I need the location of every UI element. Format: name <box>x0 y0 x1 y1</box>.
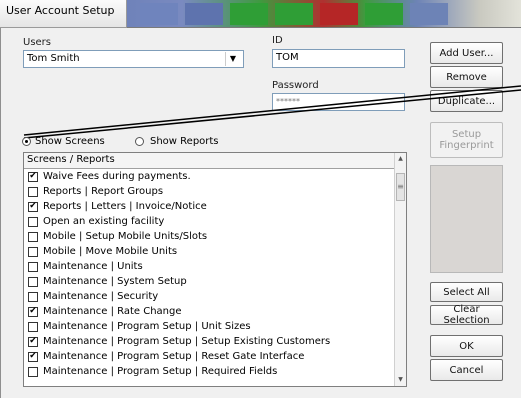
list-item[interactable]: Maintenance | Program Setup | Unit Sizes <box>24 319 406 334</box>
list-item-label: Maintenance | System Setup <box>43 276 187 287</box>
list-header: Screens / Reports <box>24 153 406 169</box>
list-item-label: Maintenance | Program Setup | Reset Gate… <box>43 351 305 362</box>
list-item-label: Reports | Report Groups <box>43 186 164 197</box>
vertical-scrollbar[interactable]: ▲ ≡ ▼ <box>394 153 406 386</box>
list-item[interactable]: Mobile | Move Mobile Units <box>24 244 406 259</box>
list-item[interactable]: ✔ Maintenance | Program Setup | Setup Exi… <box>24 334 406 349</box>
list-item[interactable]: Maintenance | Security <box>24 289 406 304</box>
list-item-label: Maintenance | Units <box>43 261 143 272</box>
checkbox-checked-icon[interactable]: ✔ <box>28 351 38 362</box>
checkbox-icon[interactable] <box>28 291 38 302</box>
checkbox-icon[interactable] <box>28 246 38 257</box>
show-screens-radio[interactable]: Show Screens <box>22 136 105 147</box>
list-item-label: Maintenance | Security <box>43 291 159 302</box>
list-item[interactable]: Reports | Report Groups <box>24 184 406 199</box>
list-item[interactable]: ✔ Maintenance | Rate Change <box>24 304 406 319</box>
list-item-label: Mobile | Move Mobile Units <box>43 246 178 257</box>
list-rows: ✔ Waive Fees during payments. Reports | Re… <box>24 169 406 379</box>
list-item[interactable]: Maintenance | Program Setup | Required F… <box>24 364 406 379</box>
show-screens-label: Show Screens <box>35 136 105 147</box>
radio-selected-icon[interactable] <box>22 137 31 146</box>
list-item-label: Mobile | Setup Mobile Units/Slots <box>43 231 208 242</box>
list-item-label: Maintenance | Program Setup | Unit Sizes <box>43 321 251 332</box>
checkbox-icon[interactable] <box>28 276 38 287</box>
list-item-label: Maintenance | Program Setup | Setup Exis… <box>43 336 331 347</box>
checkbox-icon[interactable] <box>28 321 38 332</box>
list-item[interactable]: Maintenance | Units <box>24 259 406 274</box>
scroll-down-icon[interactable]: ▼ <box>395 374 406 386</box>
show-reports-label: Show Reports <box>150 136 219 147</box>
checkbox-icon[interactable] <box>28 366 38 377</box>
list-item[interactable]: Open an existing facility <box>24 214 406 229</box>
checkbox-icon[interactable] <box>28 216 38 227</box>
list-item[interactable]: Mobile | Setup Mobile Units/Slots <box>24 229 406 244</box>
list-item-label: Waive Fees during payments. <box>43 171 191 182</box>
list-item-label: Open an existing facility <box>43 216 165 227</box>
list-item[interactable]: ✔ Reports | Letters | Invoice/Notice <box>24 199 406 214</box>
checkbox-icon[interactable] <box>28 186 38 197</box>
radio-unselected-icon[interactable] <box>135 137 144 146</box>
list-item[interactable]: Maintenance | System Setup <box>24 274 406 289</box>
list-item-label: Maintenance | Program Setup | Required F… <box>43 366 278 377</box>
checkbox-checked-icon[interactable]: ✔ <box>28 171 38 182</box>
checkbox-icon[interactable] <box>28 261 38 272</box>
list-item-label: Maintenance | Rate Change <box>43 306 182 317</box>
checkbox-icon[interactable] <box>28 231 38 242</box>
list-item[interactable]: ✔ Maintenance | Program Setup | Reset Gat… <box>24 349 406 364</box>
list-item[interactable]: ✔ Waive Fees during payments. <box>24 169 406 184</box>
screens-reports-list[interactable]: Screens / Reports ✔ Waive Fees during pay… <box>23 152 407 387</box>
list-item-label: Reports | Letters | Invoice/Notice <box>43 201 207 212</box>
scrollbar-thumb[interactable]: ≡ <box>396 173 405 201</box>
scroll-up-icon[interactable]: ▲ <box>395 153 406 165</box>
checkbox-checked-icon[interactable]: ✔ <box>28 201 38 212</box>
checkbox-checked-icon[interactable]: ✔ <box>28 306 38 317</box>
show-reports-radio[interactable]: Show Reports <box>135 136 219 147</box>
checkbox-checked-icon[interactable]: ✔ <box>28 336 38 347</box>
